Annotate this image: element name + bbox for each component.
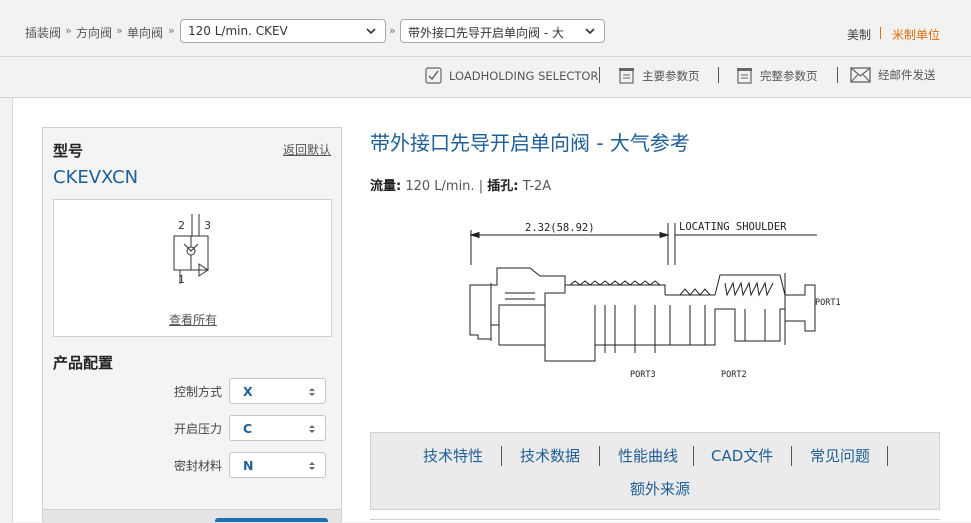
full-params-link[interactable]: 完整参数页 xyxy=(736,67,818,84)
port-label-2: 2 xyxy=(178,219,185,232)
view-all-link[interactable]: 查看所有 xyxy=(169,311,217,328)
envelope-icon xyxy=(850,67,871,83)
content-divider xyxy=(370,519,940,520)
loadholding-selector-link[interactable]: LOADHOLDING SELECTOR xyxy=(425,67,598,84)
breadcrumb-separator: » xyxy=(389,24,396,37)
document-icon xyxy=(619,68,634,84)
toolbar-divider xyxy=(837,67,838,83)
tab-performance-curves[interactable]: 性能曲线 xyxy=(618,445,678,466)
chevron-down-icon xyxy=(366,28,376,35)
flow-select-value: 120 L/min. CKEV xyxy=(188,24,288,38)
config-panel-button[interactable] xyxy=(215,518,328,522)
breadcrumb-separator: » xyxy=(65,24,72,37)
metric-units-link[interactable]: 米制单位 xyxy=(892,26,940,43)
breadcrumb-item-cartridge-valves[interactable]: 插装阀 xyxy=(25,24,61,41)
model-code: CKEVXCN xyxy=(53,167,139,188)
crack-pressure-label: 开启压力 xyxy=(174,422,223,436)
control-method-value: X xyxy=(243,384,253,399)
port2-label: PORT2 xyxy=(721,370,747,380)
units-divider xyxy=(880,27,881,39)
breadcrumb-separator: » xyxy=(168,24,175,37)
product-select[interactable]: 带外接口先导开启单向阀 - 大 xyxy=(400,19,605,43)
seal-material-select[interactable]: N xyxy=(229,452,326,478)
meta-separator: | xyxy=(478,179,484,194)
port-label-3: 3 xyxy=(204,219,211,232)
tab-features[interactable]: 技术特性 xyxy=(423,445,483,466)
product-tabs: 技术特性 技术数据 性能曲线 CAD文件 常见问题 额外来源 xyxy=(370,432,940,510)
breadcrumb-separator: » xyxy=(116,24,123,37)
updown-arrows-icon xyxy=(309,462,315,470)
main-params-link[interactable]: 主要参数页 xyxy=(618,67,700,84)
cartridge-technical-drawing: 2.32(58.92) LOCATING SHOULDER PORT1 PORT… xyxy=(469,221,841,380)
tab-divider xyxy=(599,446,600,466)
control-method-select[interactable]: X xyxy=(229,378,326,404)
product-select-value: 带外接口先导开启单向阀 - 大 xyxy=(408,26,564,40)
product-toolbar: LOADHOLDING SELECTOR 主要参数页 完整参数页 经邮件发送 xyxy=(0,57,971,98)
document-icon xyxy=(737,68,752,84)
updown-arrows-icon xyxy=(309,388,315,396)
control-method-label: 控制方式 xyxy=(174,385,223,399)
toolbar-divider xyxy=(718,67,719,83)
tab-cad-files[interactable]: CAD文件 xyxy=(711,445,773,466)
cavity-value: T-2A xyxy=(522,179,552,194)
port-label-1: 1 xyxy=(178,273,185,286)
tab-faq[interactable]: 常见问题 xyxy=(810,445,870,466)
product-meta: 流量: 120 L/min. | 插孔: T-2A xyxy=(370,175,551,194)
seal-material-label: 密封材料 xyxy=(174,459,223,473)
breadcrumb-item-check-valves[interactable]: 单向阀 xyxy=(127,24,163,41)
reset-defaults-link[interactable]: 返回默认 xyxy=(283,141,331,158)
seal-material-value: N xyxy=(243,458,254,473)
main-params-label: 主要参数页 xyxy=(642,68,700,83)
toolbar-divider xyxy=(599,67,600,83)
email-label: 经邮件发送 xyxy=(878,68,936,82)
updown-arrows-icon xyxy=(309,425,315,433)
product-title: 带外接口先导开启单向阀 - 大气参考 xyxy=(370,131,690,155)
tab-divider xyxy=(887,446,888,466)
tab-divider xyxy=(693,446,694,466)
flow-label: 流量: xyxy=(370,179,402,194)
tab-additional-resources[interactable]: 额外来源 xyxy=(630,478,690,499)
locating-shoulder-label: LOCATING SHOULDER xyxy=(679,221,787,233)
config-title: 产品配置 xyxy=(53,354,114,372)
crack-pressure-value: C xyxy=(243,421,253,436)
model-label: 型号 xyxy=(53,142,84,160)
port1-label: PORT1 xyxy=(815,298,841,308)
loadholding-selector-label: LOADHOLDING SELECTOR xyxy=(449,68,599,83)
flow-select[interactable]: 120 L/min. CKEV xyxy=(180,19,386,43)
breadcrumb-item-directional-valves[interactable]: 方向阀 xyxy=(76,24,112,41)
crack-pressure-select[interactable]: C xyxy=(229,415,326,441)
chevron-down-icon xyxy=(585,28,595,35)
checkbox-icon xyxy=(425,67,442,84)
flow-value: 120 L/min. xyxy=(405,179,475,194)
us-units-link[interactable]: 美制 xyxy=(847,26,871,43)
tab-divider xyxy=(501,446,502,466)
dimension-label: 2.32(58.92) xyxy=(525,222,595,234)
email-link[interactable]: 经邮件发送 xyxy=(850,67,936,83)
breadcrumb-bar: 插装阀 » 方向阀 » 单向阀 » 120 L/min. CKEV » 带外接口… xyxy=(0,0,971,57)
port3-label: PORT3 xyxy=(630,370,656,380)
cavity-label: 插孔: xyxy=(487,179,519,194)
tab-technical-data[interactable]: 技术数据 xyxy=(520,445,580,466)
full-params-label: 完整参数页 xyxy=(760,68,818,83)
tab-divider xyxy=(791,446,792,466)
